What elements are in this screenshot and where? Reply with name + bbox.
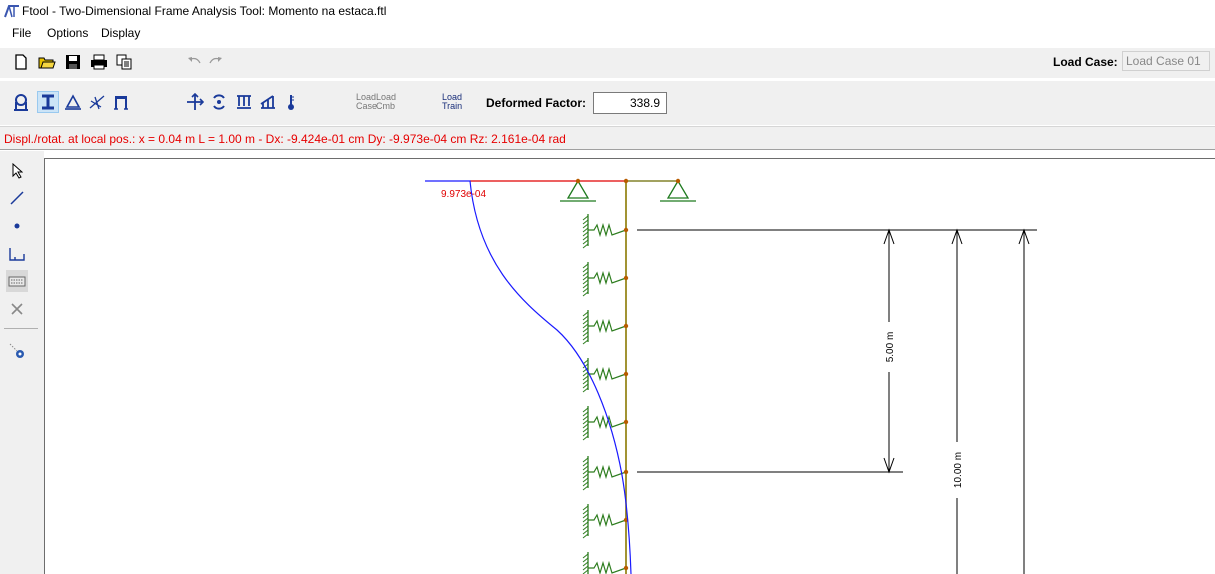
node-marker bbox=[623, 419, 629, 425]
deformed-factor-label: Deformed Factor: bbox=[486, 96, 587, 110]
deformed-factor-input[interactable] bbox=[593, 92, 667, 114]
new-file-icon[interactable] bbox=[10, 51, 32, 73]
select-pointer-icon[interactable] bbox=[6, 160, 28, 182]
node-marker bbox=[623, 227, 629, 233]
node-marker bbox=[623, 371, 629, 377]
dimension-10m: 10.00 m bbox=[950, 228, 964, 574]
pin-support-left bbox=[560, 179, 596, 202]
tool-separator bbox=[4, 328, 38, 329]
node-marker bbox=[623, 275, 629, 281]
file-toolbar: Load Case: Load Case 01 bbox=[0, 48, 1215, 78]
query-tool-icon[interactable] bbox=[6, 340, 28, 362]
menu-file[interactable]: File bbox=[12, 26, 31, 40]
delete-icon[interactable] bbox=[6, 298, 28, 320]
spring-support bbox=[582, 504, 627, 539]
hinge-frame-icon[interactable] bbox=[110, 91, 132, 113]
top-displacement-label: 9.973e-04 bbox=[441, 189, 486, 200]
soil-springs bbox=[582, 214, 627, 574]
structural-model: 9.973e-04 5.00 m 10.00 m bbox=[425, 178, 1037, 574]
dim-label-5m: 5.00 m bbox=[885, 332, 896, 363]
redo-icon[interactable] bbox=[204, 51, 226, 73]
draw-member-icon[interactable] bbox=[6, 187, 28, 209]
spring-support bbox=[582, 552, 627, 574]
load-case-button[interactable]: Load Case bbox=[356, 93, 377, 111]
menu-bar: File Options Display bbox=[0, 22, 1215, 44]
linear-load-icon[interactable] bbox=[257, 91, 279, 113]
spring-support bbox=[582, 214, 627, 249]
copy-icon[interactable] bbox=[113, 51, 135, 73]
dim-label-10m: 10.00 m bbox=[953, 452, 964, 488]
dimension-icon[interactable] bbox=[6, 243, 28, 265]
menu-display[interactable]: Display bbox=[101, 26, 140, 40]
status-line: Displ./rotat. at local pos.: x = 0.04 m … bbox=[0, 126, 1215, 150]
load-train-button[interactable]: Load Train bbox=[442, 93, 462, 111]
window-title: Ftool - Two-Dimensional Frame Analysis T… bbox=[22, 4, 387, 18]
displacement-readout: Displ./rotat. at local pos.: x = 0.04 m … bbox=[4, 132, 566, 146]
node-marker bbox=[623, 323, 629, 329]
thermal-load-icon[interactable] bbox=[280, 91, 302, 113]
load-combination-button[interactable]: Load Cmb bbox=[376, 93, 396, 111]
model-toolbar: Load Case Load Cmb Load Train Deformed Fact… bbox=[0, 80, 1215, 125]
node-marker bbox=[575, 178, 581, 184]
insert-node-icon[interactable] bbox=[6, 215, 28, 237]
support-conditions-icon[interactable] bbox=[62, 91, 84, 113]
dimension-total bbox=[1018, 228, 1030, 574]
print-icon[interactable] bbox=[88, 51, 110, 73]
keyboard-icon[interactable] bbox=[6, 270, 28, 292]
load-case-label: Load Case: bbox=[1053, 55, 1118, 69]
section-properties-icon[interactable] bbox=[37, 91, 59, 113]
nodal-load-icon[interactable] bbox=[184, 91, 206, 113]
distributed-load-icon[interactable] bbox=[233, 91, 255, 113]
spring-support bbox=[582, 262, 627, 297]
material-icon[interactable] bbox=[10, 91, 32, 113]
menu-options[interactable]: Options bbox=[47, 26, 88, 40]
title-bar: Ftool - Two-Dimensional Frame Analysis T… bbox=[0, 0, 1215, 22]
spring-support-icon[interactable] bbox=[86, 91, 108, 113]
node-marker bbox=[623, 178, 629, 184]
dimension-5m: 5.00 m bbox=[637, 228, 1037, 474]
node-marker bbox=[623, 565, 629, 571]
open-folder-icon[interactable] bbox=[36, 51, 58, 73]
spring-support bbox=[582, 406, 627, 441]
node-marker bbox=[675, 178, 681, 184]
save-icon[interactable] bbox=[62, 51, 84, 73]
node-marker bbox=[623, 469, 629, 475]
load-case-select[interactable]: Load Case 01 bbox=[1122, 51, 1210, 71]
spring-support bbox=[582, 310, 627, 345]
ftool-logo-icon bbox=[4, 5, 19, 18]
left-toolbar bbox=[0, 151, 44, 574]
moment-load-icon[interactable] bbox=[208, 91, 230, 113]
undo-icon[interactable] bbox=[184, 51, 206, 73]
pin-support-right bbox=[660, 179, 696, 202]
